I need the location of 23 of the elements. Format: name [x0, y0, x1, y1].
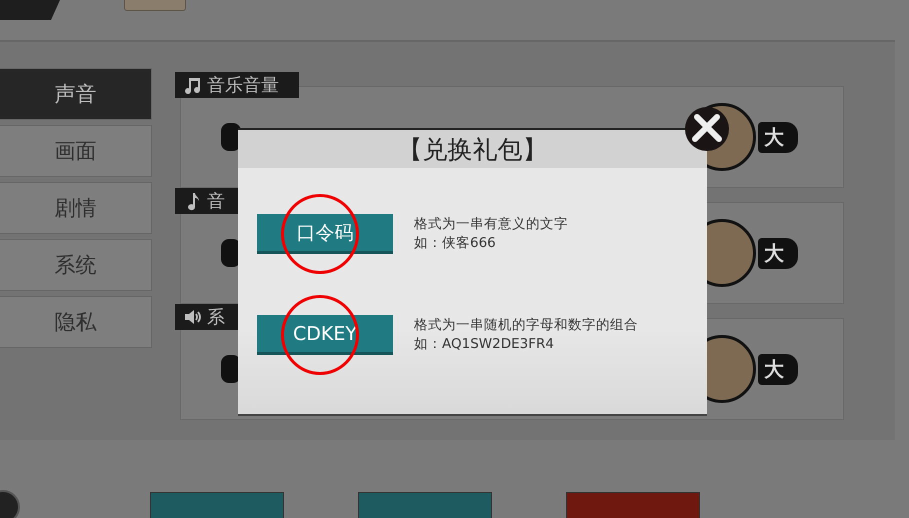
back-button[interactable] [0, 0, 60, 20]
dialog-title: 【兑换礼包】 [238, 130, 707, 168]
menu-tab[interactable]: 声音 [0, 68, 152, 120]
format-description: 格式为一串随机的字母和数字的组合 [414, 316, 638, 335]
menu-tab[interactable]: 隐私 [0, 296, 152, 348]
max-label: 大 [758, 354, 798, 384]
close-icon[interactable] [682, 104, 732, 154]
slider-label: 系 [207, 306, 225, 329]
format-example: 如：AQ1SW2DE3FR4 [414, 335, 555, 354]
slider-label: 音 [207, 190, 225, 213]
max-label: 大 [758, 122, 798, 152]
menu-tab[interactable]: 剧情 [0, 182, 152, 234]
music-note-icon [183, 75, 203, 95]
max-label: 大 [758, 238, 798, 268]
slider-label: 音乐音量 [207, 74, 279, 97]
redeem-button[interactable]: 口令码 [257, 214, 393, 254]
format-example: 如：侠客666 [414, 234, 497, 253]
speaker-icon [183, 307, 203, 327]
menu-tab[interactable]: 画面 [0, 125, 152, 177]
start-badge[interactable] [124, 0, 186, 11]
menu-tab[interactable]: 系统 [0, 239, 152, 291]
format-description: 格式为一串有意义的文字 [414, 215, 568, 234]
redeem-button[interactable]: CDKEY [257, 315, 393, 355]
